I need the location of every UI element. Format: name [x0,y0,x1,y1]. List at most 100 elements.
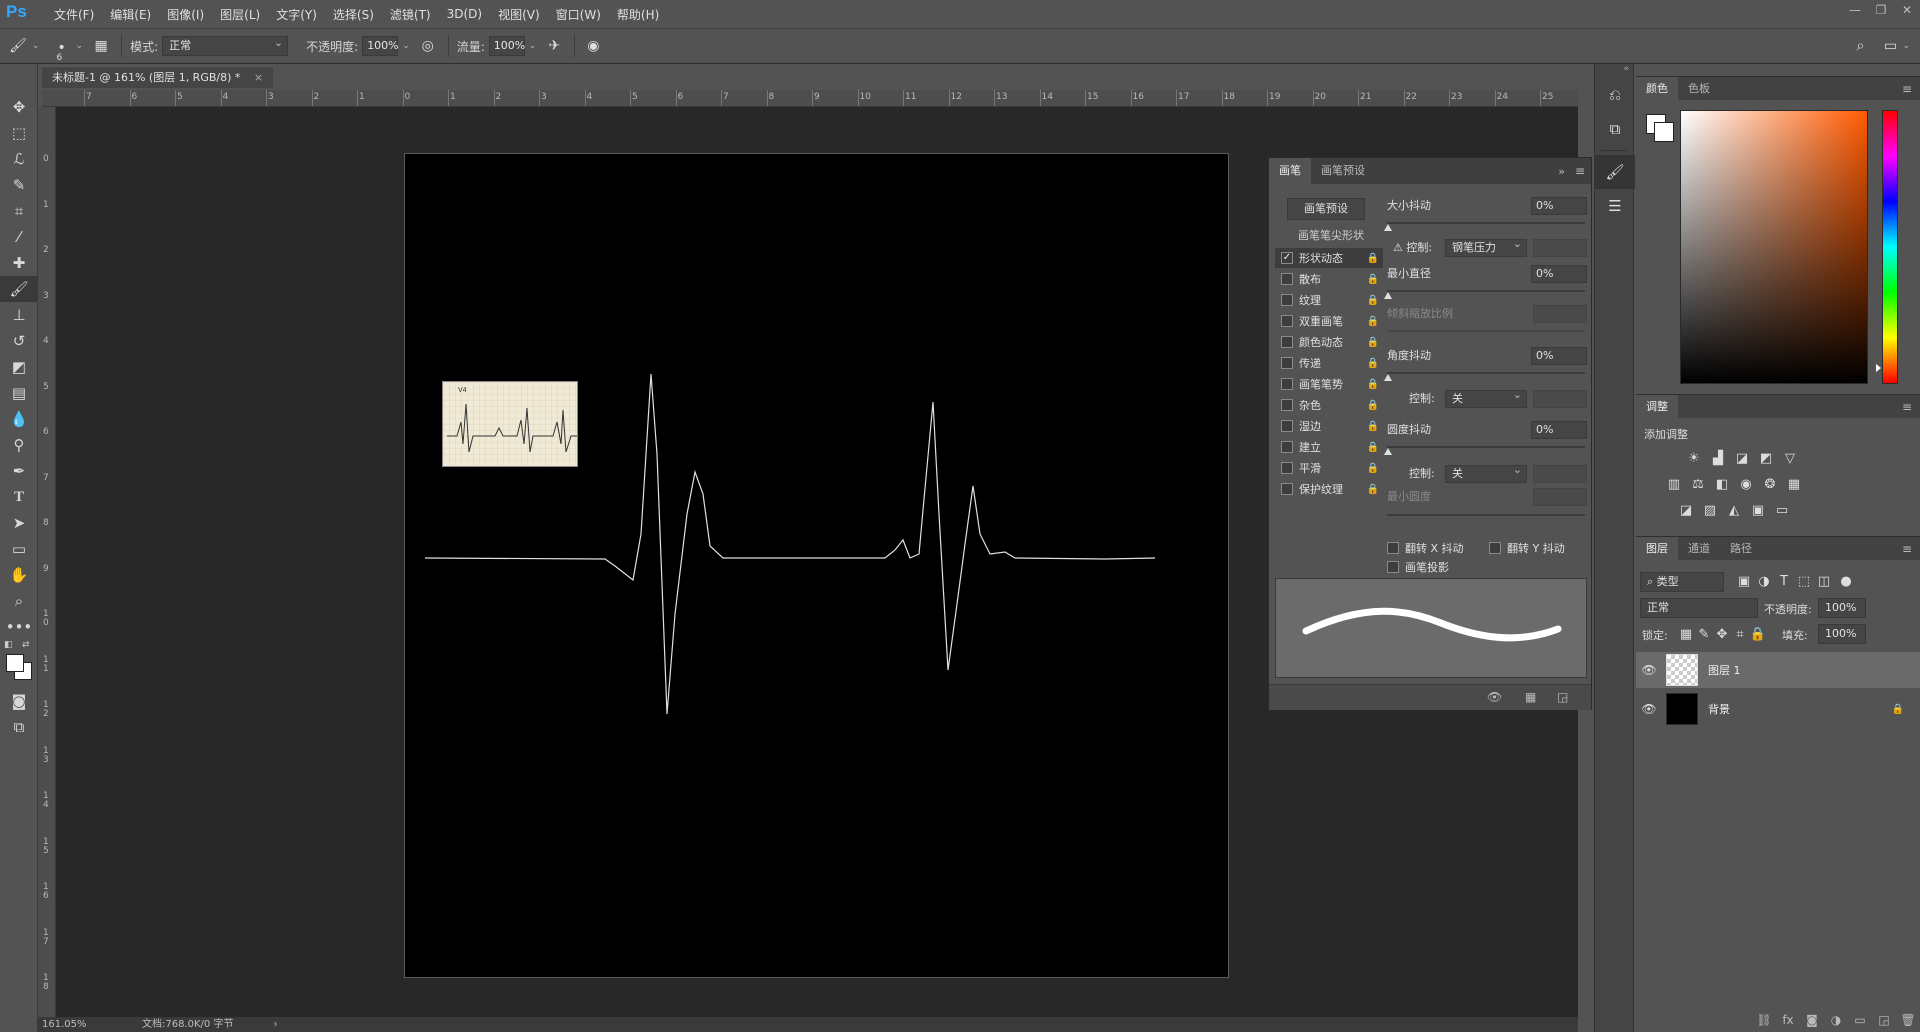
dropdown-arrow-icon[interactable]: ⌄ [32,41,40,51]
exposure-icon[interactable]: ◩ [1756,450,1776,468]
menu-edit[interactable]: 编辑(E) [102,6,159,23]
type-tool-icon[interactable]: T [0,484,38,510]
tab-channels[interactable]: 通道 [1678,537,1720,561]
layer-opacity-input[interactable]: 100% [1818,598,1866,618]
checkbox[interactable] [1281,273,1293,285]
zoom-tool-icon[interactable]: ⌕ [0,588,38,614]
status-arrow-icon[interactable]: › [273,1017,277,1032]
curves-icon[interactable]: ◪ [1732,450,1752,468]
quick-mask-icon[interactable]: ◙ [0,688,38,714]
new-adjustment-icon[interactable]: ◑ [1824,1013,1848,1027]
flip-y-option[interactable]: 翻转 Y 抖动 [1483,540,1565,556]
selective-color-icon[interactable]: ▣ [1748,502,1768,520]
menu-help[interactable]: 帮助(H) [609,6,667,23]
layer-name[interactable]: 背景 [1708,701,1730,717]
brush-preset-picker[interactable]: • 6 [46,34,76,63]
flow-dropdown-icon[interactable]: ⌄ [529,41,537,51]
lock-icon[interactable]: 🔒 [1367,463,1379,474]
color-lookup-icon[interactable]: ▦ [1784,476,1804,494]
panel-menu-icon[interactable]: ≡ [1575,164,1585,178]
dock-collapse-icon[interactable]: « [1595,64,1633,78]
hue-marker-icon[interactable] [1876,364,1881,372]
slider-thumb[interactable] [1384,374,1392,381]
panel-menu-icon[interactable]: ≡ [1902,537,1912,561]
flow-input[interactable]: 100% [488,36,525,56]
brush-tool-icon[interactable]: 🖌 [6,34,30,58]
tool-presets-icon[interactable]: ⧉ [1595,112,1635,146]
layer-row-background[interactable]: 👁 背景 🔒 [1636,691,1920,727]
properties-panel-icon[interactable]: ☰ [1595,189,1635,223]
crop-tool-icon[interactable]: ⌗ [0,198,38,224]
black-white-icon[interactable]: ◧ [1712,476,1732,494]
invert-icon[interactable]: ◪ [1676,502,1696,520]
brush-projection-option[interactable]: 画笔投影 [1381,559,1449,575]
lock-image-icon[interactable]: ✎ [1694,626,1714,644]
hand-tool-icon[interactable]: ✋ [0,562,38,588]
new-group-icon[interactable]: ▭ [1848,1013,1872,1027]
lock-icon[interactable]: 🔒 [1367,379,1379,390]
more-tools-icon[interactable]: ••• [0,614,38,640]
option-transfer[interactable]: 传递 🔒 [1275,353,1383,373]
tab-color[interactable]: 颜色 [1636,76,1678,101]
checkbox[interactable] [1281,441,1293,453]
checkbox[interactable] [1281,294,1293,306]
tab-swatches[interactable]: 色板 [1678,77,1720,101]
option-build-up[interactable]: 建立 🔒 [1275,437,1383,457]
hue-slider[interactable] [1882,110,1898,384]
brush-panel-icon[interactable]: 🖌 [1595,155,1635,189]
layer-style-icon[interactable]: fx [1776,1013,1800,1027]
checkbox-checked[interactable]: ✓ [1281,252,1293,264]
checkbox[interactable] [1281,357,1293,369]
lock-all-icon[interactable]: 🔒 [1748,626,1768,644]
menu-layer[interactable]: 图层(L) [212,6,268,23]
checkbox[interactable] [1281,399,1293,411]
lock-artboard-icon[interactable]: ⌗ [1730,626,1750,644]
zoom-status[interactable]: 161.05% [42,1017,112,1032]
photo-filter-icon[interactable]: ◉ [1736,476,1756,494]
workspace-dropdown-icon[interactable]: ⌄ [1902,41,1910,51]
option-texture[interactable]: 纹理 🔒 [1275,290,1383,310]
lasso-tool-icon[interactable]: ℒ [0,146,38,172]
panel-menu-icon[interactable]: ≡ [1902,77,1912,101]
checkbox[interactable] [1489,542,1501,554]
option-scattering[interactable]: 散布 🔒 [1275,269,1383,289]
angle-control-select[interactable]: 关 [1445,387,1527,408]
lock-icon[interactable]: 🔒 [1367,442,1379,453]
tab-paths[interactable]: 路径 [1720,537,1762,561]
foreground-color-swatch[interactable] [6,654,24,672]
layer-filter-select[interactable]: ⌕ 类型 [1640,572,1724,592]
fill-input[interactable]: 100% [1818,624,1866,644]
tab-brush-presets[interactable]: 画笔预设 [1311,158,1375,184]
checkbox[interactable] [1281,315,1293,327]
checkbox[interactable] [1281,462,1293,474]
lock-icon[interactable]: 🔒 [1367,400,1379,411]
checkbox[interactable] [1281,378,1293,390]
option-smoothing[interactable]: 平滑 🔒 [1275,458,1383,478]
lock-icon[interactable]: 🔒 [1367,316,1379,327]
eraser-tool-icon[interactable]: ◩ [0,354,38,380]
mode-select[interactable]: 正常 [162,34,289,56]
visibility-eye-icon[interactable]: 👁 [1636,702,1662,716]
filter-type-icon[interactable]: T [1774,573,1794,591]
checkbox[interactable] [1281,483,1293,495]
delete-layer-icon[interactable]: 🗑 [1896,1013,1920,1027]
opacity-dropdown-icon[interactable]: ⌄ [402,41,410,51]
close-window-button[interactable]: ✕ [1894,0,1920,20]
pressure-opacity-icon[interactable]: ◎ [416,34,440,58]
healing-brush-tool-icon[interactable]: ✚ [0,250,38,276]
restore-button[interactable]: ❐ [1868,0,1894,20]
brush-grid-icon[interactable]: ▦ [1525,690,1536,704]
angle-jitter-input[interactable]: 0% [1531,347,1587,365]
filter-smart-object-icon[interactable]: ◫ [1814,573,1834,591]
menu-filter[interactable]: 滤镜(T) [382,6,439,23]
option-noise[interactable]: 杂色 🔒 [1275,395,1383,415]
hue-saturation-icon[interactable]: ▥ [1664,476,1684,494]
close-tab-icon[interactable]: × [254,71,263,84]
option-brush-pose[interactable]: 画笔笔势 🔒 [1275,374,1383,394]
marquee-tool-icon[interactable]: ⬚ [0,120,38,146]
lock-icon[interactable]: 🔒 [1367,253,1379,264]
lock-icon[interactable]: 🔒 [1367,358,1379,369]
option-dual-brush[interactable]: 双重画笔 🔒 [1275,311,1383,331]
slider-thumb[interactable] [1384,448,1392,455]
size-control-select[interactable]: 钢笔压力 [1445,236,1527,257]
